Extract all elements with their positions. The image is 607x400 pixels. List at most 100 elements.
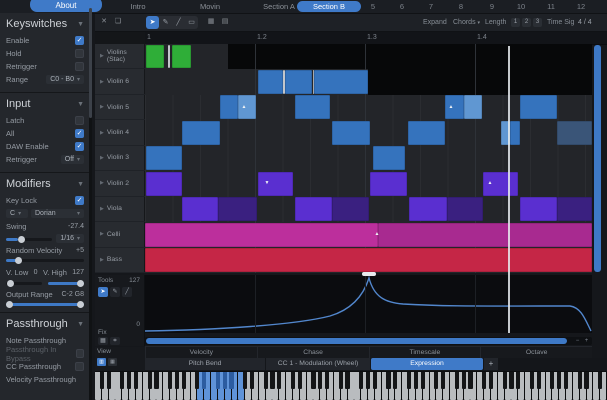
black-key[interactable] <box>298 372 302 389</box>
black-key[interactable] <box>550 372 554 389</box>
black-key[interactable] <box>202 372 206 389</box>
note-cell[interactable] <box>285 70 312 94</box>
black-key[interactable] <box>468 372 472 389</box>
note-cell[interactable] <box>145 223 378 247</box>
section-header[interactable]: Keyswitches ▼ <box>6 18 84 30</box>
black-key[interactable] <box>325 372 329 389</box>
black-key[interactable] <box>318 372 322 389</box>
note-cell[interactable] <box>146 172 182 196</box>
output-range-slider[interactable] <box>6 303 84 306</box>
pattern-slot-9[interactable]: 9 <box>482 0 502 13</box>
black-key[interactable] <box>100 372 104 389</box>
lane-label-bass[interactable]: ▶Bass <box>95 248 145 273</box>
line-tool-icon[interactable]: ╱ <box>172 16 185 29</box>
view-mode-grid-icon[interactable]: ▦ <box>108 358 117 366</box>
curve-point-handle[interactable] <box>362 272 376 277</box>
section-tab-section-b[interactable]: Section B <box>297 1 361 12</box>
black-key[interactable] <box>154 372 158 389</box>
black-key[interactable] <box>414 372 418 389</box>
note-cell[interactable] <box>168 45 170 69</box>
black-key[interactable] <box>216 372 220 389</box>
black-key[interactable] <box>578 372 582 389</box>
pattern-slot-7[interactable]: 7 <box>421 0 441 13</box>
black-key[interactable] <box>359 372 363 389</box>
retrigger-checkbox[interactable] <box>75 62 84 71</box>
lane-label-violin-5[interactable]: ▶Violin 5 <box>95 95 145 120</box>
section-tab-intro[interactable]: Intro <box>118 0 158 13</box>
pattern-slot-12[interactable]: 12 <box>571 0 591 13</box>
note-cell[interactable] <box>447 197 483 221</box>
cursor-tool-icon[interactable]: ➤ <box>146 16 159 29</box>
black-key[interactable] <box>564 372 568 389</box>
section-tab-movin[interactable]: Movin <box>188 0 232 13</box>
horizontal-scrollbar[interactable]: − + <box>145 337 592 346</box>
scale-select[interactable]: Dorian ▾ <box>31 209 84 218</box>
pattern-slot-11[interactable]: 11 <box>541 0 561 13</box>
note-cell[interactable] <box>520 197 557 221</box>
pencil-tool-icon[interactable]: ✎ <box>159 16 172 29</box>
zoom-in-icon[interactable]: + <box>582 337 591 346</box>
key-lock-checkbox[interactable]: ✓ <box>75 196 84 205</box>
daw-enable-checkbox[interactable]: ✓ <box>75 142 84 151</box>
note-cell[interactable] <box>373 146 405 170</box>
black-key[interactable] <box>482 372 486 389</box>
note-cell[interactable] <box>314 70 368 94</box>
passthrough-in-bypass-checkbox[interactable] <box>76 349 84 358</box>
pattern-slot-10[interactable]: 10 <box>511 0 531 13</box>
black-key[interactable] <box>509 372 513 389</box>
black-key[interactable] <box>168 372 172 389</box>
length-option-2[interactable]: 2 <box>522 18 531 27</box>
black-key[interactable] <box>503 372 507 389</box>
cc-tab-cc-1-modulation-wheel-[interactable]: CC 1 - Modulation (Wheel) <box>266 358 370 370</box>
cc-tab-expression[interactable]: Expression <box>371 358 483 370</box>
hold-checkbox[interactable] <box>75 49 84 58</box>
black-key[interactable] <box>134 372 138 389</box>
note-cell[interactable] <box>378 223 592 247</box>
enable-checkbox[interactable]: ✓ <box>75 36 84 45</box>
black-key[interactable] <box>291 372 295 389</box>
snap-icon[interactable]: ▦ <box>205 16 217 28</box>
panel-icon[interactable]: ❏ <box>112 16 124 28</box>
note-cell[interactable] <box>145 248 592 272</box>
cc-passthrough-checkbox[interactable] <box>75 362 84 371</box>
black-key[interactable] <box>516 372 520 389</box>
note-cell[interactable] <box>258 70 283 94</box>
note-cell[interactable] <box>557 121 592 145</box>
pattern-slot-5[interactable]: 5 <box>363 0 383 13</box>
black-key[interactable] <box>537 372 541 389</box>
note-cell[interactable] <box>295 95 330 119</box>
section-header[interactable]: Input ▼ <box>6 98 84 110</box>
black-key[interactable] <box>182 372 186 389</box>
black-key[interactable] <box>584 372 588 389</box>
black-key[interactable] <box>455 372 459 389</box>
note-cell[interactable] <box>408 121 445 145</box>
line-tool-icon[interactable]: ╱ <box>122 287 132 297</box>
black-key[interactable] <box>148 372 152 389</box>
black-key[interactable] <box>386 372 390 389</box>
note-cell[interactable] <box>218 197 257 221</box>
note-cell[interactable] <box>557 197 592 221</box>
cursor-tool-icon[interactable]: ➤ <box>98 287 108 297</box>
param-tab-velocity[interactable]: Velocity <box>145 347 257 358</box>
random-velocity-slider[interactable] <box>6 259 84 262</box>
black-key[interactable] <box>120 372 124 389</box>
latch-checkbox[interactable] <box>75 116 84 125</box>
note-cell[interactable] <box>409 197 447 221</box>
note-cell[interactable] <box>146 146 182 170</box>
grid-icon[interactable]: ▦ <box>98 337 108 345</box>
note-cell[interactable] <box>370 172 407 196</box>
root-note-select[interactable]: C ▾ <box>6 209 28 218</box>
section-header[interactable]: Modifiers ▼ <box>6 178 84 190</box>
black-key[interactable] <box>195 372 199 389</box>
pattern-slot-6[interactable]: 6 <box>392 0 412 13</box>
black-key[interactable] <box>393 372 397 389</box>
note-cell[interactable] <box>182 197 218 221</box>
black-key[interactable] <box>434 372 438 389</box>
note-cell[interactable] <box>220 95 238 119</box>
chords-dropdown[interactable]: Chords ▾ <box>453 14 480 31</box>
lane-label-violin-6[interactable]: ▶Violin 6 <box>95 69 145 94</box>
black-key[interactable] <box>264 372 268 389</box>
black-key[interactable] <box>598 372 602 389</box>
lane-label-violin-4[interactable]: ▶Violin 4 <box>95 120 145 145</box>
zoom-out-icon[interactable]: − <box>573 337 582 346</box>
